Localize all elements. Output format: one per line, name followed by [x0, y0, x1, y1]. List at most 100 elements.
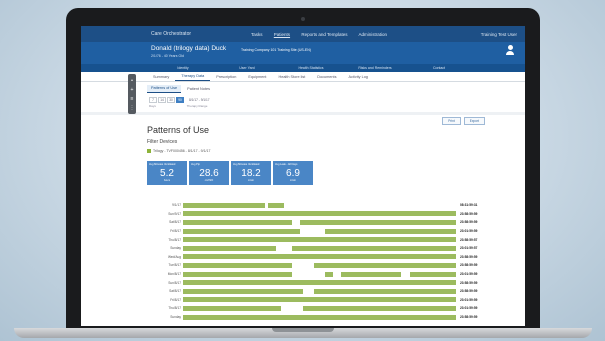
- usage-total: 23:01:59:57: [460, 246, 478, 251]
- camera-dot: [301, 17, 305, 21]
- app-title: Care Orchestrator: [151, 31, 192, 37]
- device-checkbox[interactable]: [147, 149, 151, 153]
- usage-total: 23:58:59:59: [460, 280, 478, 285]
- usage-date: 9/1/17: [172, 203, 181, 208]
- usage-date: Thu/8/17: [168, 237, 181, 242]
- info-contact[interactable]: Contact: [407, 66, 471, 70]
- sub-tabs: Patterns of Use Patient Notes: [81, 82, 525, 93]
- range-left-label: Days: [149, 104, 156, 108]
- section-title: Patterns of Use: [147, 125, 210, 135]
- info-risks-reminders[interactable]: Risks and Reminders: [343, 66, 407, 70]
- usage-row: Wed/Aug 23:58:59:59: [147, 253, 525, 262]
- usage-total: 23:58:59:59: [460, 211, 478, 216]
- subtab-patterns-of-use[interactable]: Patterns of Use: [147, 85, 182, 93]
- main-nav: Tasks Patients Reports and Templates Adm…: [251, 32, 397, 37]
- usage-segment: [324, 228, 456, 234]
- range-30-button[interactable]: 30: [167, 97, 175, 103]
- usage-segment: [183, 288, 304, 294]
- tab-prescription[interactable]: Prescription: [210, 75, 242, 81]
- usage-date: Sat/8/17: [169, 220, 181, 225]
- stat-title: Avg Minutes Ventilated: [149, 163, 176, 166]
- info-strip: Identity User Yard Health Statistics Ris…: [81, 64, 525, 72]
- usage-track: [183, 211, 456, 217]
- usage-row: Sat/8/17 23:58:59:59: [147, 287, 525, 296]
- stat-title: Avg Minutes Ventilated: [233, 163, 260, 166]
- laptop-lid: Care Orchestrator Tasks Patients Reports…: [66, 8, 540, 330]
- stats-row: Avg Minutes Ventilated 5.2 hours Avg Pip…: [147, 161, 525, 185]
- usage-total: 23:01:59:59: [460, 297, 478, 302]
- export-button[interactable]: Export: [463, 117, 485, 125]
- tab-activity-log[interactable]: Activity Log: [343, 75, 374, 81]
- usage-track: [183, 202, 456, 208]
- usage-row: Sun/8/17 23:58:59:59: [147, 278, 525, 287]
- usage-row: Fri/8/17 23:01:59:59: [147, 227, 525, 236]
- app-topbar: Care Orchestrator Tasks Patients Reports…: [81, 26, 525, 42]
- usage-total: 23:58:59:57: [460, 237, 478, 242]
- usage-segment: [292, 245, 456, 251]
- usage-segment: [183, 245, 276, 251]
- stat-value: 6.9: [286, 168, 300, 179]
- stat-tile: Avg Leak - All Days 6.9 L/min: [273, 161, 313, 185]
- info-user-yard[interactable]: User Yard: [215, 66, 279, 70]
- usage-track: [183, 280, 456, 286]
- patterns-section: Print Export Patterns of Use Filter Devi…: [81, 115, 525, 321]
- filter-icon[interactable]: ≡: [131, 95, 134, 104]
- patient-company: Training Company 101 Training Site (US-E…: [241, 48, 311, 52]
- usage-segment: [303, 305, 456, 311]
- nav-administration[interactable]: Administration: [359, 32, 388, 37]
- person-icon[interactable]: [505, 45, 515, 59]
- filter-device-item[interactable]: Trilogy - TVF000456 - 8/1/17 - 9/1/17: [147, 149, 525, 153]
- range-dates: 8/1/17 - 9/1/17: [189, 98, 210, 102]
- subtab-patient-notes[interactable]: Patient Notes: [183, 86, 214, 93]
- usage-date: Fri/8/17: [170, 297, 181, 302]
- nav-tasks[interactable]: Tasks: [251, 32, 263, 37]
- usage-segment: [324, 271, 334, 277]
- usage-date: Sunday: [170, 246, 181, 251]
- usage-total: 23:01:59:59: [460, 229, 478, 234]
- more-icon[interactable]: ⋮: [130, 104, 135, 113]
- usage-track: [183, 305, 456, 311]
- user-menu[interactable]: Training Test User: [481, 32, 517, 37]
- range-selector: 7 14 30 90 8/1/17 - 9/1/17: [81, 93, 525, 103]
- usage-track: [183, 271, 456, 277]
- usage-date: Sunday: [170, 315, 181, 320]
- laptop-base: [14, 328, 592, 338]
- usage-track: [183, 237, 456, 243]
- tab-equipment[interactable]: Equipment: [242, 75, 272, 81]
- range-right-label: Therapy Range: [186, 104, 208, 108]
- plus-icon[interactable]: +: [131, 86, 134, 95]
- usage-segment: [409, 271, 456, 277]
- usage-segment: [183, 254, 456, 260]
- usage-row: Sat/8/17 23:58:59:59: [147, 218, 525, 227]
- nav-reports[interactable]: Reports and Templates: [301, 32, 347, 37]
- laptop-notch: [272, 328, 334, 332]
- info-health-statistics[interactable]: Health Statistics: [279, 66, 343, 70]
- usage-track: [183, 297, 456, 303]
- tab-therapy-data[interactable]: Therapy Data: [175, 74, 211, 81]
- range-90-button[interactable]: 90: [176, 97, 184, 103]
- stat-tile: Avg Pip 28.6 cmH2O: [189, 161, 229, 185]
- usage-total: 23:58:59:59: [460, 289, 478, 294]
- tab-documents[interactable]: Documents: [311, 75, 342, 81]
- usage-track: [183, 262, 456, 268]
- info-identity[interactable]: Identity: [151, 66, 215, 70]
- stat-unit: cmH2O: [204, 179, 214, 182]
- nav-patients[interactable]: Patients: [274, 32, 290, 37]
- usage-segment: [183, 280, 456, 286]
- tab-summary[interactable]: Summary: [147, 75, 175, 81]
- tab-health-store[interactable]: Health Store list: [272, 75, 311, 81]
- usage-segment: [183, 211, 456, 217]
- usage-date: Wed/Aug: [167, 254, 181, 259]
- range-7-button[interactable]: 7: [149, 97, 157, 103]
- usage-segment: [183, 219, 293, 225]
- usage-pattern-chart: 9/1/17 08:31:59:31 Sun/9/17 23:58:59:59 Sat/…: [147, 201, 525, 321]
- print-button[interactable]: Print: [442, 117, 461, 125]
- device-label: Trilogy - TVF000456 - 8/1/17 - 9/1/17: [153, 149, 211, 153]
- pin-icon[interactable]: •: [131, 77, 133, 86]
- usage-segment: [183, 314, 456, 320]
- range-14-button[interactable]: 14: [158, 97, 166, 103]
- usage-segment: [183, 262, 293, 268]
- usage-row: Tue/8/17 23:58:59:59: [147, 261, 525, 270]
- stat-value: 28.6: [199, 168, 219, 179]
- usage-date: Fri/8/17: [170, 229, 181, 234]
